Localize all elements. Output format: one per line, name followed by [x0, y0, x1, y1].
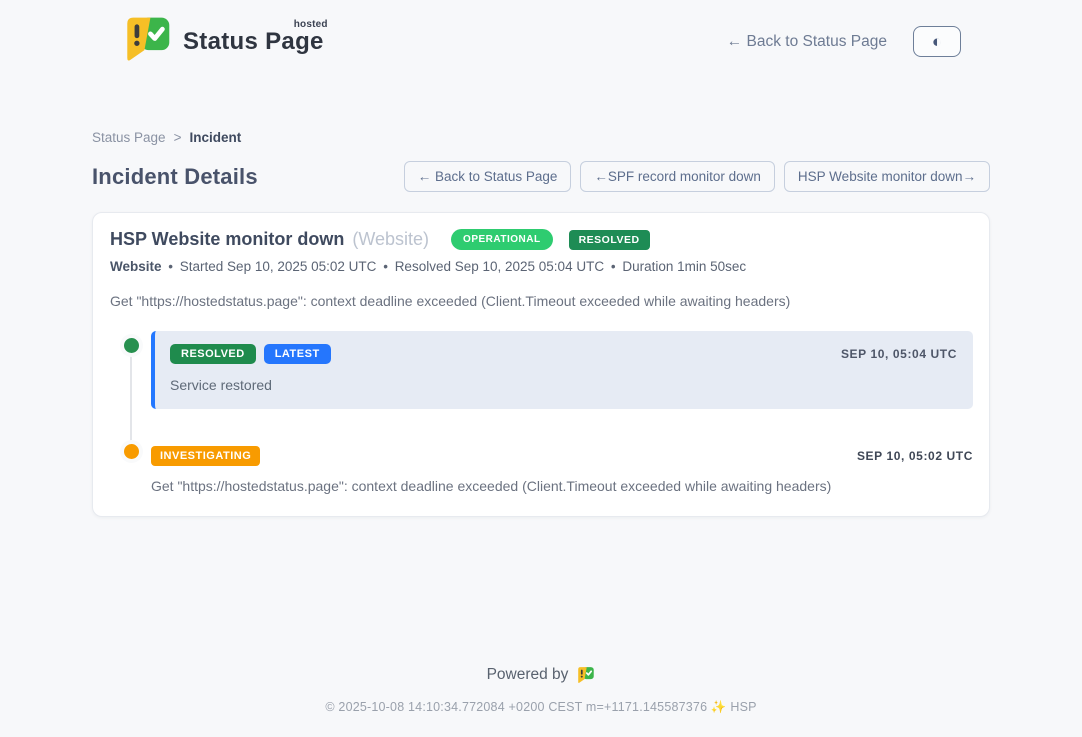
timeline-resolved-badge: RESOLVED [170, 344, 256, 364]
incident-title: HSP Website monitor down [110, 229, 344, 250]
incident-description: Get "https://hostedstatus.page": context… [110, 293, 973, 309]
timeline-resolved-timestamp: SEP 10, 05:04 UTC [841, 347, 957, 361]
incident-component-label: (Website) [352, 229, 429, 250]
timeline-latest-badge: LATEST [264, 344, 331, 364]
resolved-status-badge: RESOLVED [569, 230, 650, 250]
breadcrumb-separator: > [174, 130, 182, 145]
operational-status-badge: OPERATIONAL [451, 229, 553, 250]
next-incident-button[interactable]: HSP Website monitor down→ [784, 161, 990, 192]
timeline-update-investigating: INVESTIGATING SEP 10, 05:02 UTC Get "htt… [110, 442, 973, 494]
copyright-text: © 2025-10-08 14:10:34.772084 +0200 CEST … [0, 700, 1082, 715]
incident-timeline: RESOLVED LATEST SEP 10, 05:04 UTC Servic… [110, 331, 973, 494]
brand-superscript: hosted [294, 19, 328, 30]
header-back-to-status-page-link[interactable]: ← Back to Status Page [727, 33, 887, 51]
timeline-investigating-message: Get "https://hostedstatus.page": context… [151, 478, 973, 494]
meta-component: Website [110, 259, 162, 274]
timeline-investigating-timestamp: SEP 10, 05:02 UTC [857, 449, 973, 463]
timeline-resolved-message: Service restored [170, 377, 957, 393]
brand-name: Status Page hosted [183, 28, 324, 56]
incident-nav-buttons: ← Back to Status Page ←SPF record monito… [404, 161, 990, 192]
footer: Powered by © 2025-10-08 14:10:34.772084 … [0, 648, 1082, 737]
footer-status-page-logo-icon[interactable] [576, 666, 595, 684]
incident-meta: Website • Started Sep 10, 2025 05:02 UTC… [110, 259, 973, 274]
meta-started: Started Sep 10, 2025 05:02 UTC [180, 259, 377, 274]
main-content: Status Page > Incident Incident Details … [92, 78, 990, 517]
prev-incident-button[interactable]: ←SPF record monitor down [580, 161, 775, 192]
timeline-dot-investigating [124, 444, 139, 459]
theme-toggle-button[interactable]: ◐ [913, 26, 961, 57]
timeline-dot-resolved [124, 338, 139, 353]
header: Status Page hosted ← Back to Status Page… [0, 0, 1082, 78]
timeline-resolved-highlight-box: RESOLVED LATEST SEP 10, 05:04 UTC Servic… [151, 331, 973, 409]
breadcrumb-incident: Incident [189, 130, 241, 145]
meta-duration: Duration 1min 50sec [622, 259, 746, 274]
brand-logo[interactable]: Status Page hosted [121, 15, 324, 68]
timeline-update-resolved: RESOLVED LATEST SEP 10, 05:04 UTC Servic… [110, 331, 973, 409]
incident-details-card: HSP Website monitor down (Website) OPERA… [92, 212, 990, 517]
back-to-status-page-button[interactable]: ← Back to Status Page [404, 161, 572, 192]
page-title: Incident Details [92, 164, 258, 190]
breadcrumb: Status Page > Incident [92, 130, 990, 145]
timeline-investigating-badge: INVESTIGATING [151, 446, 260, 466]
breadcrumb-status-page-link[interactable]: Status Page [92, 130, 166, 145]
meta-resolved: Resolved Sep 10, 2025 05:04 UTC [395, 259, 604, 274]
half-circle-theme-icon: ◐ [932, 33, 942, 50]
status-page-logo-icon [121, 15, 173, 68]
powered-by-label: Powered by [487, 666, 569, 684]
